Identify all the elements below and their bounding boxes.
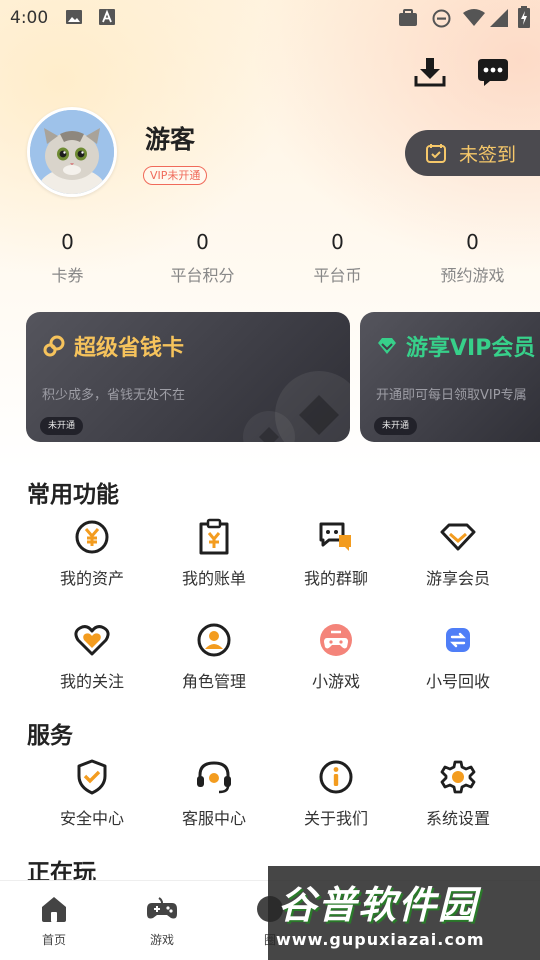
money-saving-card[interactable]: 超级省钱卡 积少成多，省钱无处不在 未开通 bbox=[26, 312, 350, 442]
username: 游客 bbox=[145, 125, 196, 154]
grid-item-label: 游享会员 bbox=[425, 569, 490, 588]
stat-platform-coins[interactable]: 0 平台币 bbox=[270, 230, 405, 286]
grid-item-customer-service[interactable]: 客服中心 bbox=[153, 757, 275, 829]
grid-item-label: 角色管理 bbox=[181, 672, 246, 691]
grid-item-bills[interactable]: 我的账单 bbox=[153, 517, 275, 589]
grid-item-label: 系统设置 bbox=[425, 809, 490, 828]
stat-label: 卡券 bbox=[51, 266, 84, 285]
grid-item-label: 客服中心 bbox=[181, 809, 246, 828]
signal-icon bbox=[490, 9, 508, 31]
signin-label: 未签到 bbox=[459, 143, 517, 166]
gamepad-icon bbox=[147, 897, 177, 919]
nav-label: 首页 bbox=[41, 933, 66, 947]
stat-value: 0 bbox=[466, 230, 479, 254]
message-button[interactable] bbox=[473, 52, 513, 92]
card-title-text: 超级省钱卡 bbox=[74, 336, 185, 361]
grid-item-label: 关于我们 bbox=[303, 809, 368, 828]
home-icon bbox=[42, 897, 66, 922]
heart-icon bbox=[74, 625, 110, 656]
stat-points[interactable]: 0 平台积分 bbox=[135, 230, 270, 286]
status-bar: 4:00 bbox=[0, 0, 540, 36]
stat-coupons[interactable]: 0 卡券 bbox=[0, 230, 135, 286]
grid-item-roles[interactable]: 角色管理 bbox=[153, 620, 275, 692]
card-status-tag: 未开通 bbox=[374, 417, 418, 435]
nav-label: 游戏 bbox=[149, 933, 174, 947]
grid-item-about-us[interactable]: 关于我们 bbox=[275, 757, 397, 829]
grid-item-mini-games[interactable]: 小游戏 bbox=[275, 620, 397, 692]
signin-button[interactable]: 未签到 bbox=[405, 130, 540, 176]
user-icon bbox=[197, 623, 231, 657]
do-not-disturb-icon bbox=[432, 9, 451, 32]
stat-label: 预约游戏 bbox=[440, 266, 505, 285]
section-title-common: 常用功能 bbox=[27, 482, 119, 508]
grid-item-group-chat[interactable]: 我的群聊 bbox=[275, 517, 397, 589]
stat-reserved-games[interactable]: 0 预约游戏 bbox=[405, 230, 540, 286]
stat-label: 平台币 bbox=[313, 266, 362, 285]
download-icon bbox=[414, 58, 446, 87]
grid-item-security-center[interactable]: 安全中心 bbox=[31, 757, 153, 829]
watermark-logo: 谷普软件园 bbox=[278, 883, 479, 927]
battery-icon bbox=[518, 6, 530, 32]
download-button[interactable] bbox=[410, 52, 450, 92]
font-icon bbox=[99, 9, 115, 29]
grid-item-label: 我的账单 bbox=[181, 569, 246, 588]
image-icon bbox=[65, 9, 83, 29]
grid-item-assets[interactable]: 我的资产 bbox=[31, 517, 153, 589]
grid-item-settings[interactable]: 系统设置 bbox=[397, 757, 519, 829]
section-title-service: 服务 bbox=[27, 723, 73, 749]
watermark-url: www.gupuxiazai.com bbox=[276, 930, 485, 949]
headset-icon bbox=[197, 761, 231, 794]
avatar[interactable] bbox=[27, 107, 117, 197]
briefcase-icon bbox=[398, 9, 418, 31]
vip-member-card[interactable]: 游享VIP会员 开通即可每日领取VIP专属 未开通 bbox=[360, 312, 540, 442]
nav-home[interactable]: 首页 bbox=[0, 893, 108, 948]
nav-games[interactable]: 游戏 bbox=[108, 893, 216, 948]
card-title: 超级省钱卡 bbox=[42, 330, 184, 362]
bill-icon bbox=[199, 518, 229, 555]
message-icon bbox=[478, 59, 508, 86]
watermark: 谷普软件园 www.gupuxiazai.com bbox=[268, 866, 540, 960]
vip-status-badge[interactable]: VIP未开通 bbox=[143, 166, 208, 185]
grid-item-account-recycle[interactable]: 小号回收 bbox=[397, 620, 519, 692]
stat-label: 平台积分 bbox=[170, 266, 235, 285]
diamond-icon bbox=[378, 338, 396, 354]
grid-item-label: 我的资产 bbox=[59, 569, 124, 588]
calendar-check-icon bbox=[426, 144, 446, 163]
gamepad-icon bbox=[320, 624, 352, 656]
stat-value: 0 bbox=[331, 230, 344, 254]
cat-avatar-icon bbox=[30, 110, 114, 194]
stat-value: 0 bbox=[61, 230, 74, 254]
wifi-icon bbox=[463, 9, 485, 31]
stat-value: 0 bbox=[196, 230, 209, 254]
card-title-text: 游享VIP会员 bbox=[406, 336, 536, 361]
status-time: 4:00 bbox=[10, 8, 49, 28]
grid-item-label: 小号回收 bbox=[425, 672, 490, 691]
grid-item-label: 安全中心 bbox=[59, 809, 124, 828]
grid-item-label: 小游戏 bbox=[311, 672, 360, 691]
vip-diamond-icon bbox=[440, 523, 476, 551]
card-description: 开通即可每日领取VIP专属 bbox=[376, 388, 527, 403]
recycle-icon bbox=[446, 628, 470, 652]
grid-item-label: 我的群聊 bbox=[303, 569, 368, 588]
grid-item-vip[interactable]: 游享会员 bbox=[397, 517, 519, 589]
card-description: 积少成多，省钱无处不在 bbox=[42, 388, 186, 403]
link-icon bbox=[43, 335, 65, 357]
group-chat-icon bbox=[319, 522, 351, 551]
card-status-tag: 未开通 bbox=[40, 417, 84, 435]
coin-decoration-icon bbox=[243, 371, 350, 442]
yen-coin-icon bbox=[75, 520, 109, 554]
info-icon bbox=[319, 760, 353, 794]
shield-icon bbox=[77, 759, 107, 795]
card-title: 游享VIP会员 bbox=[376, 330, 535, 362]
grid-item-label: 我的关注 bbox=[59, 672, 124, 691]
grid-item-following[interactable]: 我的关注 bbox=[31, 620, 153, 692]
gear-icon bbox=[440, 760, 476, 794]
